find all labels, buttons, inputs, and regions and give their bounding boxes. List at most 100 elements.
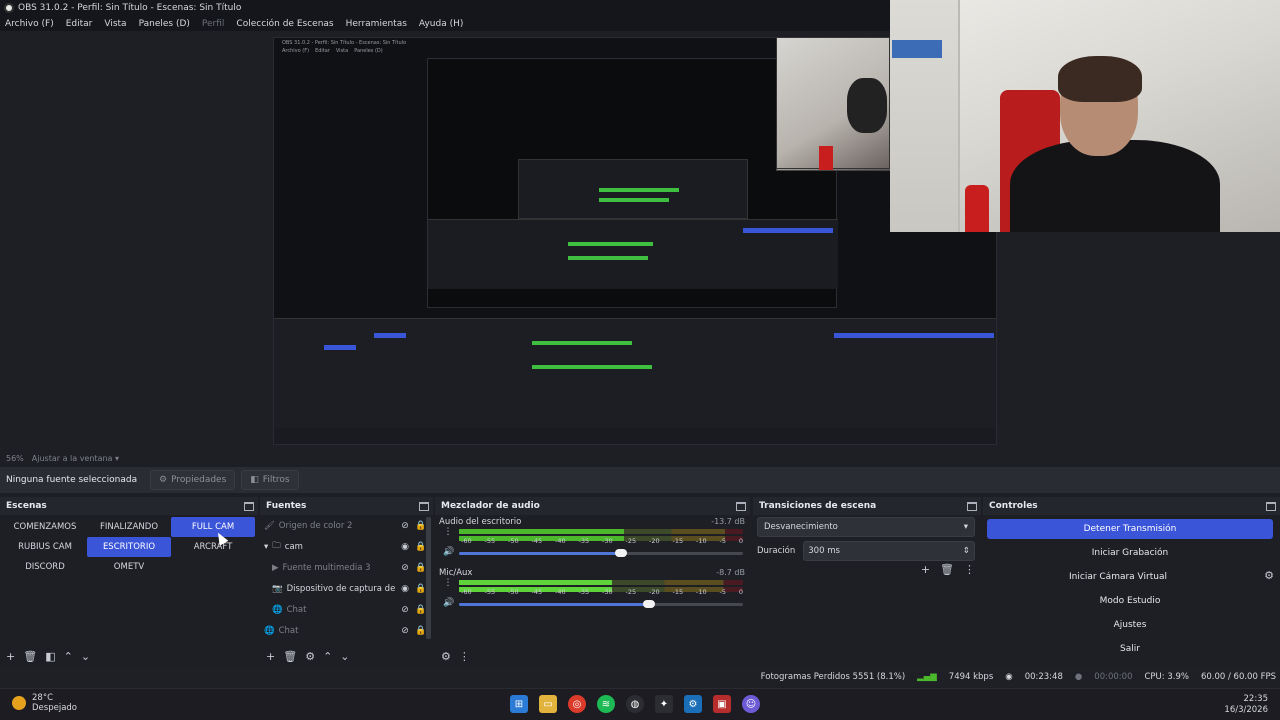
chevron-down-icon[interactable]: ⌄: [81, 650, 90, 663]
system-clock[interactable]: 22:35 16/3/2026: [1224, 694, 1268, 716]
windows-start-icon[interactable]: ⊞: [510, 695, 528, 713]
scene-full-cam[interactable]: FULL CAM: [171, 517, 255, 537]
volume-slider[interactable]: [459, 600, 743, 608]
steam-icon[interactable]: ⚙: [684, 695, 702, 713]
scene-discord[interactable]: DISCORD: [3, 557, 87, 577]
filter-icon[interactable]: ◧: [45, 650, 55, 663]
chevron-down-icon[interactable]: ▾: [264, 542, 268, 552]
eye-icon[interactable]: ◉: [399, 584, 411, 594]
volume-knob[interactable]: [643, 600, 656, 608]
scene-arcraft[interactable]: ARCRAFT: [171, 537, 255, 557]
settings-button[interactable]: Ajustes: [987, 615, 1273, 635]
filter-icon: ◧: [250, 475, 259, 485]
source-row[interactable]: 🌐 Chat ⊘ 🔒: [264, 620, 427, 641]
source-row[interactable]: 🌐 Chat ⊘ 🔒: [264, 599, 427, 620]
undock-icon[interactable]: [736, 501, 746, 511]
menu-editar[interactable]: Editar: [66, 19, 93, 29]
spotify-icon[interactable]: ≋: [597, 695, 615, 713]
menu-vista[interactable]: Vista: [104, 19, 126, 29]
undock-icon[interactable]: [419, 501, 429, 511]
obs-icon[interactable]: ◍: [626, 695, 644, 713]
menu-perfil: Perfil: [201, 18, 225, 29]
eye-off-icon[interactable]: ⊘: [399, 563, 411, 573]
volume-slider[interactable]: [459, 549, 743, 557]
source-name: Fuente multimedia 3: [282, 562, 371, 573]
file-explorer-icon[interactable]: ▭: [539, 695, 557, 713]
volume-knob[interactable]: [614, 549, 627, 557]
eye-icon[interactable]: ◉: [399, 542, 411, 552]
db-tick-label: -10: [696, 588, 707, 596]
chevron-down-icon[interactable]: ⌄: [340, 650, 349, 663]
zoom-level: 56%: [6, 453, 24, 463]
more-vertical-icon[interactable]: ⋮: [443, 527, 453, 537]
speaker-icon[interactable]: 🔊: [443, 547, 454, 557]
duration-spinbox[interactable]: 300 ms ⇕: [803, 541, 975, 561]
gear-link-icon[interactable]: ⚙: [441, 650, 451, 663]
scene-rubius-cam[interactable]: RUBIUS CAM: [3, 537, 87, 557]
nested-stop-button: [834, 333, 994, 338]
properties-button[interactable]: ⚙ Propiedades: [150, 470, 236, 490]
eye-off-icon[interactable]: ⊘: [399, 626, 411, 636]
menu-ayuda[interactable]: Ayuda (H): [419, 19, 463, 29]
eye-off-icon[interactable]: ⊘: [399, 605, 411, 615]
nested-stop-button: [743, 228, 833, 233]
start-recording-button[interactable]: Iniciar Grabación: [987, 543, 1273, 563]
add-icon[interactable]: +: [921, 563, 930, 576]
zoom-fit-select[interactable]: Ajustar a la ventana ▾: [32, 454, 119, 463]
channel-header: Mic/Aux -8.7 dB: [439, 568, 745, 578]
undock-icon[interactable]: [1266, 501, 1276, 511]
filters-button[interactable]: ◧ Filtros: [241, 470, 299, 490]
discord-icon[interactable]: ☺: [742, 695, 760, 713]
scene-escritorio[interactable]: ESCRITORIO: [87, 537, 171, 557]
speaker-icon[interactable]: 🔊: [443, 598, 454, 608]
menu-herramientas[interactable]: Herramientas: [346, 19, 407, 29]
weather-widget[interactable]: 28°C Despejado: [12, 693, 77, 713]
gear-icon[interactable]: ⚙: [305, 650, 315, 663]
trash-icon[interactable]: 🗑: [23, 650, 37, 663]
sources-scrollbar[interactable]: [426, 517, 431, 639]
db-scale: -60 -55 -50 -45 -40 -35 -30 -25 -20 -15 -10 -5 0: [461, 537, 743, 545]
more-vertical-icon[interactable]: ⋮: [459, 650, 470, 663]
spin-arrows-icon[interactable]: ⇕: [963, 546, 970, 556]
undock-icon[interactable]: [244, 501, 254, 511]
scene-comenzamos[interactable]: COMENZAMOS: [3, 517, 87, 537]
red-app-icon[interactable]: ▣: [713, 695, 731, 713]
gear-icon[interactable]: ⚙: [1264, 569, 1274, 582]
studio-mode-button[interactable]: Modo Estudio: [987, 591, 1273, 611]
trash-icon[interactable]: 🗑: [940, 563, 954, 576]
mixer-header: Mezclador de audio: [435, 497, 750, 515]
volume-fill: [459, 603, 650, 606]
transition-select[interactable]: Desvanecimiento ▾: [757, 517, 975, 537]
stop-stream-button[interactable]: Detener Transmisión: [987, 519, 1273, 539]
virtual-camera-button[interactable]: Iniciar Cámara Virtual: [987, 567, 1249, 587]
menu-archivo[interactable]: Archivo (F): [5, 19, 54, 29]
undock-icon[interactable]: [967, 501, 977, 511]
transitions-body: Desvanecimiento ▾ Duración 300 ms ⇕ + 🗑 …: [753, 515, 981, 667]
add-icon[interactable]: +: [6, 650, 15, 663]
chevron-up-icon[interactable]: ⌃: [64, 650, 73, 663]
dropped-frames: Fotogramas Perdidos 5551 (8.1%): [760, 672, 906, 682]
more-vertical-icon[interactable]: ⋮: [964, 563, 975, 576]
add-icon[interactable]: +: [266, 650, 275, 663]
source-row[interactable]: ▶ Fuente multimedia 3 ⊘ 🔒: [264, 557, 427, 578]
nested-bottle: [819, 146, 833, 170]
meter-background: [623, 529, 743, 534]
chevron-up-icon[interactable]: ⌃: [323, 650, 332, 663]
exit-button[interactable]: Salir: [987, 639, 1273, 659]
nested-menu-paneles: Paneles (D): [354, 48, 383, 54]
more-vertical-icon[interactable]: ⋮: [443, 578, 453, 588]
menu-paneles[interactable]: Paneles (D): [139, 19, 190, 29]
source-row[interactable]: ▾ 🗀 cam ◉ 🔒: [264, 536, 427, 557]
trash-icon[interactable]: 🗑: [283, 650, 297, 663]
eye-off-icon[interactable]: ⊘: [399, 521, 411, 531]
scene-ometv[interactable]: OMETV: [87, 557, 171, 577]
chrome-icon[interactable]: ◎: [568, 695, 586, 713]
menu-coleccion-escenas[interactable]: Colección de Escenas: [236, 19, 333, 29]
scene-finalizando[interactable]: FINALIZANDO: [87, 517, 171, 537]
scenes-toolbar: + 🗑 ◧ ⌃ ⌄: [0, 645, 258, 667]
source-row[interactable]: 📷 Dispositivo de captura de vídeo ◉ 🔒: [264, 578, 427, 599]
controls-header: Controles: [983, 497, 1280, 515]
source-row[interactable]: 🖌 Origen de color 2 ⊘ 🔒: [264, 515, 427, 536]
db-tick-label: -55: [484, 588, 496, 596]
game-controller-icon[interactable]: ✦: [655, 695, 673, 713]
